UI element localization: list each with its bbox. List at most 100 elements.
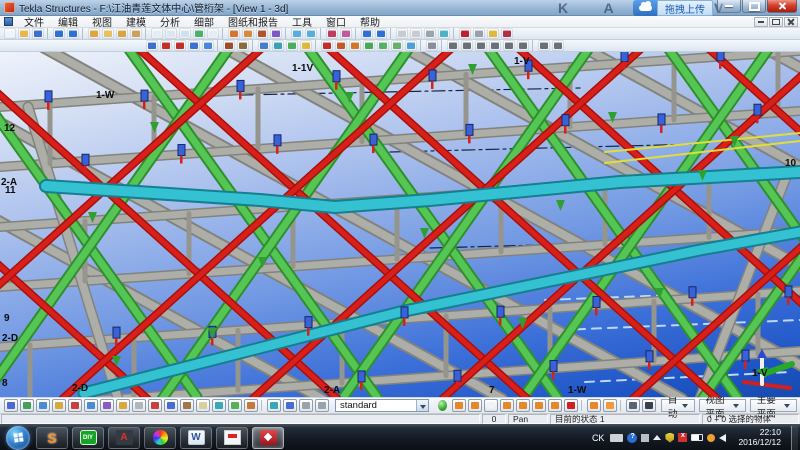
macro-list-icon[interactable]: [473, 28, 485, 39]
create-pad-footing-icon[interactable]: [405, 40, 417, 51]
select-grids-icon[interactable]: [68, 399, 82, 412]
show-desktop-button[interactable]: [791, 426, 798, 450]
taskbar-app-word[interactable]: W: [180, 427, 212, 449]
work-plane-tool-icon[interactable]: [410, 28, 422, 39]
mdi-restore-button[interactable]: [769, 17, 783, 27]
create-curved-beam-icon[interactable]: [188, 40, 200, 51]
menu-analysis[interactable]: 分析: [153, 18, 187, 29]
volume-icon[interactable]: [719, 434, 726, 442]
view-list-icon[interactable]: [165, 28, 177, 39]
create-strip-footing-icon[interactable]: [391, 40, 403, 51]
inquire-object-icon[interactable]: [426, 40, 438, 51]
snap-to-geometry-points-icon[interactable]: [468, 399, 482, 412]
menu-modeling[interactable]: 建模: [119, 18, 153, 29]
select-cuts-icon[interactable]: [180, 399, 194, 412]
save-model-icon[interactable]: [32, 28, 44, 39]
taskbar-clock[interactable]: 22:10 2016/12/12: [738, 428, 781, 447]
component-catalog-icon[interactable]: [286, 40, 298, 51]
work-plane-snap-icon[interactable]: [642, 399, 656, 412]
security-shield-icon[interactable]: [665, 433, 674, 443]
select-objects-in-assemblies-icon[interactable]: [283, 399, 297, 412]
create-polybeam-icon[interactable]: [174, 40, 186, 51]
fly-through-icon[interactable]: [291, 28, 303, 39]
menu-detailing[interactable]: 细部: [187, 18, 221, 29]
updates-icon[interactable]: [707, 434, 715, 442]
close-button[interactable]: [767, 0, 797, 13]
snap-to-line-extensions-icon[interactable]: [548, 399, 562, 412]
help-bubble-icon[interactable]: [627, 433, 637, 443]
create-column-icon[interactable]: [146, 40, 158, 51]
create-construction-line-icon[interactable]: [335, 40, 347, 51]
create-detail-icon[interactable]: [272, 40, 284, 51]
create-contour-plate-icon[interactable]: [349, 40, 361, 51]
battery-icon[interactable]: [691, 434, 703, 441]
menu-tools[interactable]: 工具: [285, 18, 319, 29]
select-joints-icon[interactable]: [100, 399, 114, 412]
create-spiral-beam-icon[interactable]: [202, 40, 214, 51]
menu-file[interactable]: 文件: [17, 18, 51, 29]
snap-free-icon[interactable]: [484, 399, 498, 412]
select-bolts-icon[interactable]: [148, 399, 162, 412]
create-point-icon[interactable]: [321, 40, 333, 51]
xsnap-icon[interactable]: [587, 399, 601, 412]
copy-icon[interactable]: [88, 28, 100, 39]
export-icon[interactable]: [130, 28, 142, 39]
usb-icon[interactable]: [641, 434, 649, 442]
work-plane-dropdown[interactable]: 主要平面: [750, 399, 797, 412]
add-point-along-line-icon[interactable]: [447, 40, 459, 51]
select-points-icon[interactable]: [52, 399, 66, 412]
model-3d-canvas[interactable]: 1-W1-1V1-V122-A1192-D82-D2-A71-W101-V: [0, 52, 800, 397]
create-slab-icon[interactable]: [363, 40, 375, 51]
select-views-icon[interactable]: [132, 399, 146, 412]
taskbar-app-tekla[interactable]: [252, 427, 284, 449]
smart-select-icon[interactable]: [315, 399, 329, 412]
snap-direction-arrow-icon[interactable]: [603, 399, 617, 412]
add-point-extension-icon[interactable]: [517, 40, 529, 51]
select-planes-icon[interactable]: [196, 399, 210, 412]
undo-icon[interactable]: [53, 28, 65, 39]
object-properties-icon[interactable]: [228, 28, 240, 39]
organizer-icon[interactable]: [256, 28, 268, 39]
reports-icon[interactable]: [459, 28, 471, 39]
action-flag-icon[interactable]: [678, 433, 687, 442]
select-surfaces-icon[interactable]: [36, 399, 50, 412]
phase-manager-icon[interactable]: [242, 28, 254, 39]
create-beam-icon[interactable]: [160, 40, 172, 51]
snap-to-perpendicular-icon[interactable]: [532, 399, 546, 412]
fit-work-area-icon[interactable]: [179, 28, 191, 39]
ime-language-indicator[interactable]: CK: [592, 433, 605, 443]
menu-window[interactable]: 窗口: [319, 18, 353, 29]
taskbar-app-diy[interactable]: DIY: [72, 427, 104, 449]
upload-button[interactable]: 拖拽上传: [657, 0, 713, 16]
mdi-close-button[interactable]: [784, 17, 798, 27]
menu-drawings-reports[interactable]: 图纸和报告: [221, 18, 285, 29]
help-icon[interactable]: [361, 28, 373, 39]
create-clip-plane-icon[interactable]: [193, 28, 205, 39]
task-manager-icon[interactable]: [270, 28, 282, 39]
context-help-icon[interactable]: [375, 28, 387, 39]
render-settings-icon[interactable]: [340, 28, 352, 39]
ortho-icon[interactable]: [538, 40, 550, 51]
select-parts-icon[interactable]: [20, 399, 34, 412]
chevron-down-icon[interactable]: [416, 400, 428, 411]
tray-expand-icon[interactable]: [653, 435, 661, 440]
erase-view-icon[interactable]: [207, 28, 219, 39]
clash-check-icon[interactable]: [438, 28, 450, 39]
screenshot-icon[interactable]: [326, 28, 338, 39]
maximize-button[interactable]: [742, 0, 766, 13]
create-weld-icon[interactable]: [223, 40, 235, 51]
selection-filter-combo[interactable]: standard: [335, 399, 429, 412]
cloud-upload-overlay[interactable]: 拖拽上传: [633, 0, 713, 16]
select-all-icon[interactable]: [4, 399, 18, 412]
grid-properties-icon[interactable]: [396, 28, 408, 39]
add-point-on-circle-icon[interactable]: [503, 40, 515, 51]
snap-to-intersections-icon[interactable]: [516, 399, 530, 412]
new-model-icon[interactable]: [4, 28, 16, 39]
redo-icon[interactable]: [67, 28, 79, 39]
select-rebars-icon[interactable]: [228, 399, 242, 412]
select-welds-icon[interactable]: [164, 399, 178, 412]
menu-edit[interactable]: 编辑: [51, 18, 85, 29]
filter-apply-icon[interactable]: [438, 400, 447, 411]
new-view-icon[interactable]: [151, 28, 163, 39]
start-button[interactable]: [6, 426, 30, 450]
